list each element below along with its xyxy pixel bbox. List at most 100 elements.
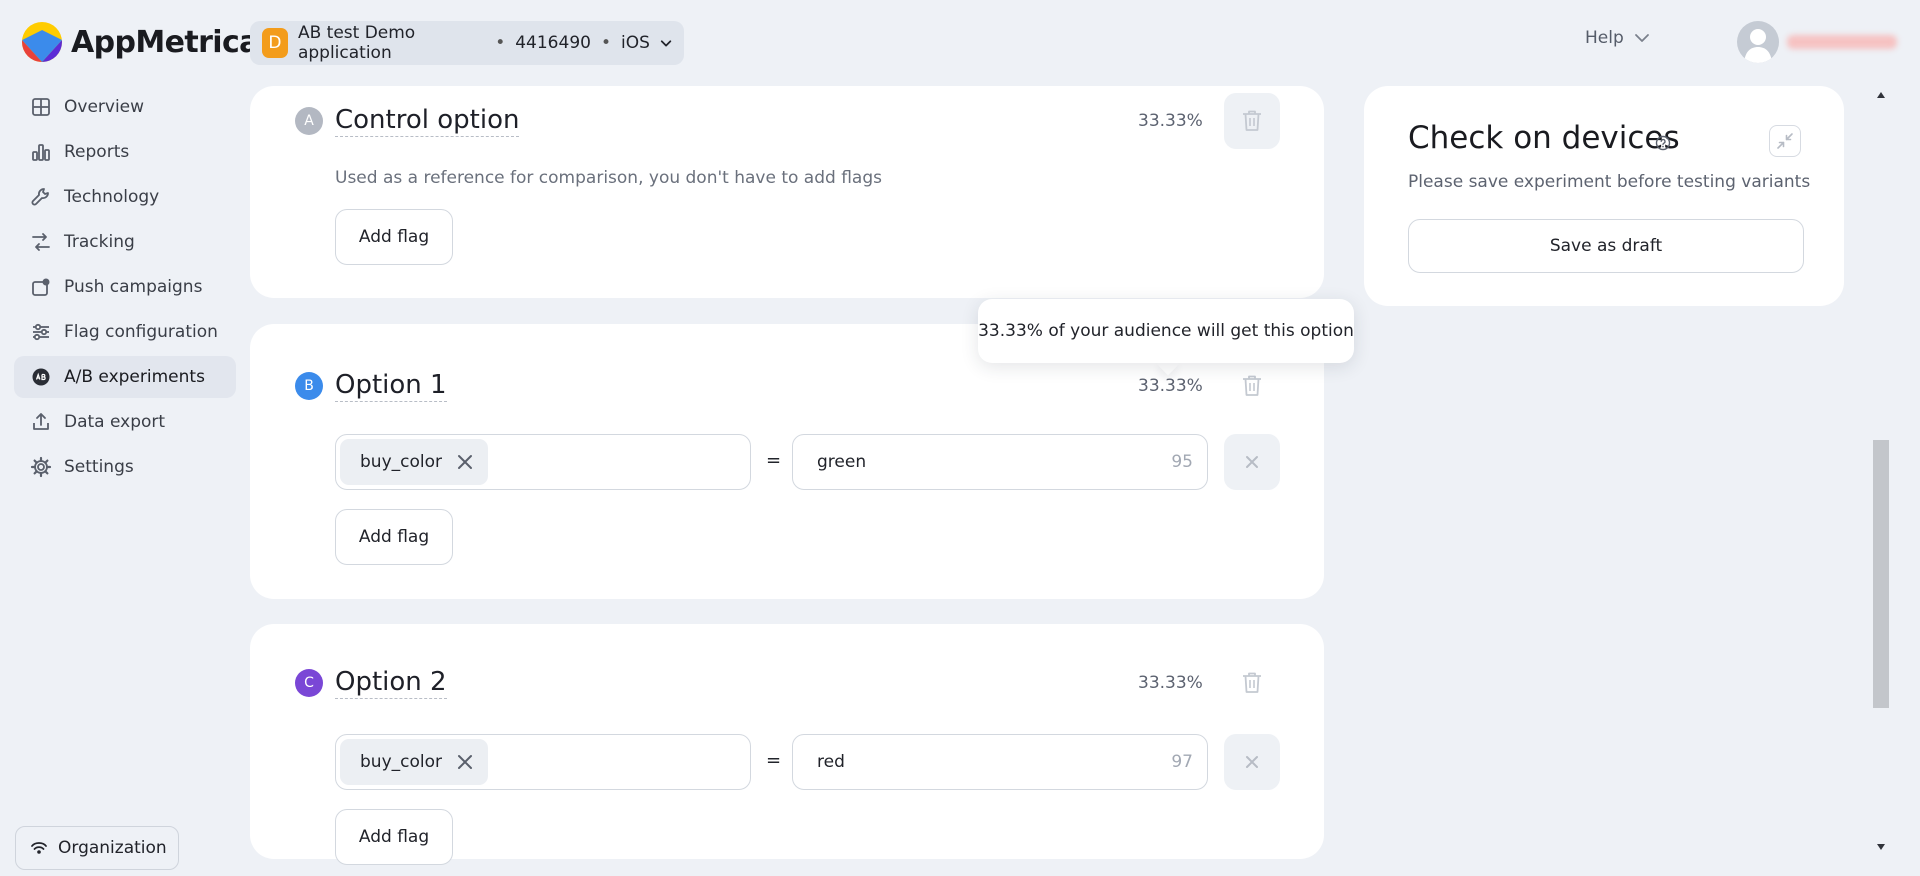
option-letter-badge: A: [295, 107, 323, 135]
collapse-icon: [1777, 133, 1793, 149]
option-title[interactable]: Option 2: [335, 666, 447, 699]
app-selector[interactable]: D AB test Demo application • 4416490 • i…: [250, 21, 684, 65]
close-icon: [1246, 456, 1258, 468]
sidebar-item-label: Reports: [64, 142, 130, 162]
trash-icon: [1243, 375, 1261, 396]
help-menu[interactable]: Help: [1585, 28, 1650, 48]
add-flag-button[interactable]: Add flag: [335, 509, 453, 565]
equals-sign: =: [766, 450, 782, 471]
flag-key-chip: buy_color: [340, 739, 488, 785]
add-flag-button[interactable]: Add flag: [335, 809, 453, 865]
flag-value-input[interactable]: red 97: [792, 734, 1208, 790]
top-bar: AppMetrica D AB test Demo application • …: [0, 0, 1920, 84]
sidebar-item-label: Tracking: [64, 232, 135, 252]
organization-icon: [31, 842, 47, 854]
sidebar-item-ab-experiments[interactable]: A/B experiments: [14, 356, 236, 398]
sidebar-item-label: A/B experiments: [64, 367, 205, 387]
sidebar-item-overview[interactable]: Overview: [14, 86, 236, 128]
separator: •: [495, 33, 506, 53]
ab-icon: [32, 368, 50, 386]
sidebar-item-data-export[interactable]: Data export: [14, 401, 236, 443]
sidebar-item-label: Push campaigns: [64, 277, 203, 297]
appmetrica-logo[interactable]: AppMetrica: [22, 22, 259, 62]
flag-key: buy_color: [360, 752, 442, 772]
flag-value-count: 95: [1171, 452, 1193, 472]
help-label: Help: [1585, 28, 1624, 48]
sidebar-item-tracking[interactable]: Tracking: [14, 221, 236, 263]
save-as-draft-button[interactable]: Save as draft: [1408, 219, 1804, 273]
sidebar-item-label: Data export: [64, 412, 166, 432]
sidebar-item-flag-configuration[interactable]: Flag configuration: [14, 311, 236, 353]
option-card-2: C Option 2 33.33% buy_color = red 97 Add…: [250, 624, 1324, 865]
organization-button[interactable]: Organization: [15, 826, 179, 870]
delete-option-button[interactable]: [1224, 358, 1280, 414]
organization-label: Organization: [58, 838, 167, 858]
delete-option-button[interactable]: [1224, 655, 1280, 711]
option-title[interactable]: Option 1: [335, 369, 447, 402]
trash-icon: [1243, 110, 1261, 131]
flag-value-count: 97: [1171, 752, 1193, 772]
export-icon: [33, 413, 49, 430]
triangle-up-icon: [1877, 92, 1885, 98]
triangle-down-icon: [1877, 844, 1885, 850]
add-flag-button[interactable]: Add flag: [335, 209, 453, 265]
remove-flag-button[interactable]: [1224, 734, 1280, 790]
option-letter: A: [304, 113, 314, 129]
sidebar-item-label: Flag configuration: [64, 322, 218, 342]
sidebar-item-settings[interactable]: Settings: [14, 446, 236, 488]
chevron-down-icon: [1634, 34, 1649, 42]
option-letter: B: [304, 378, 314, 394]
flag-key-field[interactable]: buy_color: [335, 434, 751, 490]
brand-name: AppMetrica: [71, 24, 259, 60]
trash-icon: [1243, 672, 1261, 693]
option-percent[interactable]: 33.33%: [1138, 111, 1203, 131]
sidebar-item-label: Settings: [64, 457, 134, 477]
wrench-icon: [31, 188, 49, 206]
flag-key-field[interactable]: buy_color: [335, 734, 751, 790]
remove-chip-icon[interactable]: [456, 753, 474, 771]
user-menu[interactable]: [1737, 21, 1897, 63]
appmetrica-logo-icon: [22, 22, 62, 62]
option-letter-badge: C: [295, 669, 323, 697]
gear-icon: [30, 456, 52, 478]
tooltip-percent: 33.33%: [978, 321, 1043, 341]
help-circle-icon[interactable]: [1655, 135, 1671, 151]
app-badge: D: [262, 28, 288, 58]
flag-value: red: [817, 752, 845, 772]
flag-key-chip: buy_color: [340, 439, 488, 485]
tracking-icon: [32, 233, 50, 251]
option-card-control: A Control option 33.33% Used as a refere…: [250, 86, 1324, 298]
audience-tooltip: 33.33% of your audience will get this op…: [978, 299, 1354, 363]
remove-flag-button[interactable]: [1224, 434, 1280, 490]
equals-sign: =: [766, 750, 782, 771]
chevron-down-icon: [660, 40, 672, 47]
option-letter: C: [304, 675, 314, 691]
sidebar-item-push-campaigns[interactable]: Push campaigns: [14, 266, 236, 308]
option-letter-badge: B: [295, 372, 323, 400]
sidebar-item-technology[interactable]: Technology: [14, 176, 236, 218]
app-platform: iOS: [620, 33, 650, 53]
scroll-up-arrow[interactable]: [1873, 88, 1889, 102]
grid-icon: [32, 98, 50, 116]
option-percent[interactable]: 33.33%: [1138, 376, 1203, 396]
scroll-down-arrow[interactable]: [1873, 840, 1889, 854]
sidebar-item-label: Overview: [64, 97, 145, 117]
delete-option-button[interactable]: [1224, 93, 1280, 149]
panel-title: Check on devices: [1408, 120, 1680, 156]
flag-value-input[interactable]: green 95: [792, 434, 1208, 490]
remove-chip-icon[interactable]: [456, 453, 474, 471]
app-id: 4416490: [515, 33, 591, 53]
option-title[interactable]: Control option: [335, 104, 520, 137]
sidebar-item-reports[interactable]: Reports: [14, 131, 236, 173]
check-on-devices-panel: Check on devices Please save experiment …: [1364, 86, 1844, 306]
user-name-blurred: [1787, 35, 1897, 49]
scrollbar-thumb[interactable]: [1873, 440, 1889, 708]
option-description: Used as a reference for comparison, you …: [335, 168, 882, 188]
bar-chart-icon: [32, 144, 50, 161]
panel-subtitle: Please save experiment before testing va…: [1408, 172, 1811, 192]
collapse-panel-button[interactable]: [1769, 125, 1801, 157]
option-percent[interactable]: 33.33%: [1138, 673, 1203, 693]
sidebar-item-label: Technology: [64, 187, 160, 207]
flag-key: buy_color: [360, 452, 442, 472]
user-silhouette-icon: [1744, 29, 1772, 63]
